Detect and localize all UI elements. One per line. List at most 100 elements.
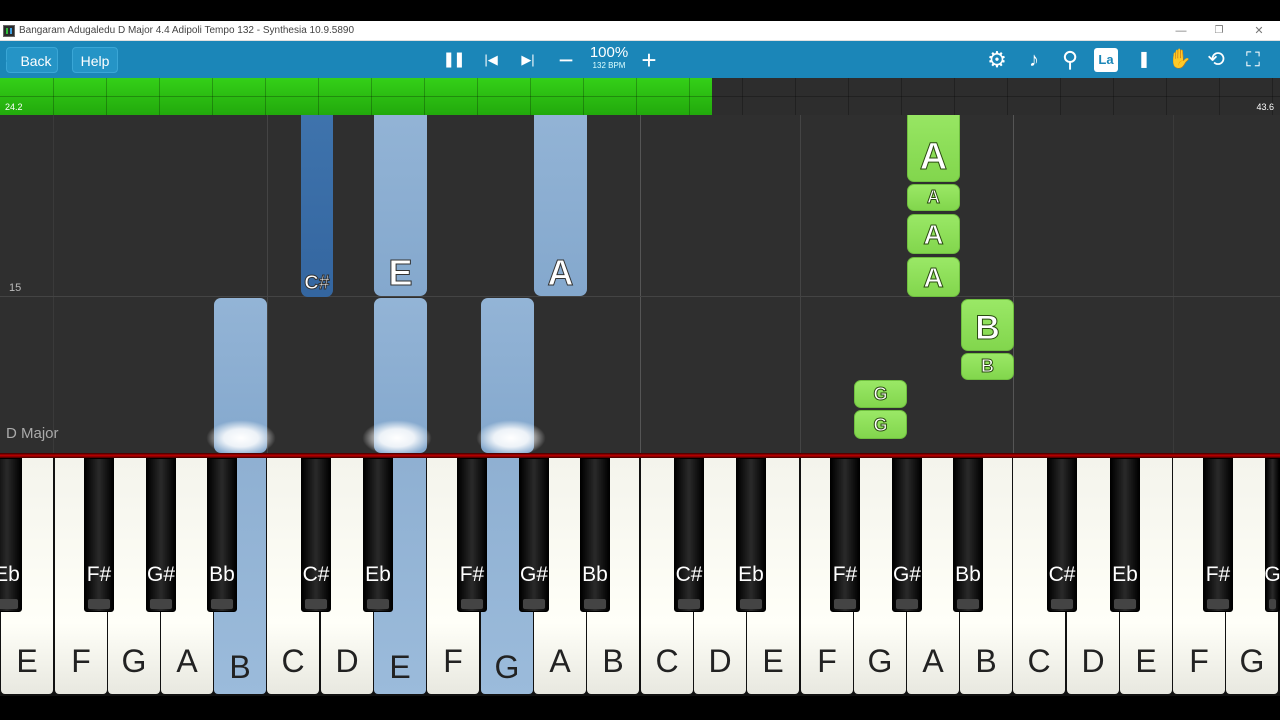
key-label: G# <box>519 563 548 586</box>
note-label: G <box>873 384 888 405</box>
lane-line <box>1013 115 1014 453</box>
black-key[interactable]: Eb <box>736 458 766 612</box>
letterbox-top <box>0 0 1280 21</box>
slower-icon[interactable]: − <box>553 47 579 73</box>
key-hit-glow <box>476 420 546 453</box>
zoom-magnifier-icon[interactable]: ⚲ <box>1057 47 1083 73</box>
key-label: F# <box>832 563 858 586</box>
black-key[interactable]: Eb <box>363 458 393 612</box>
black-key[interactable]: G <box>1264 458 1280 612</box>
key-label: Bb <box>209 563 235 586</box>
key-label: Bb <box>955 563 981 586</box>
black-key[interactable]: G# <box>892 458 922 612</box>
key-label: Bb <box>582 563 608 586</box>
pause-icon[interactable]: ❚❚ <box>440 47 466 73</box>
black-key[interactable]: Eb <box>0 458 22 612</box>
note-label: A <box>927 187 941 208</box>
key-label: C# <box>302 563 330 586</box>
skip-back-icon[interactable]: |◀ <box>478 47 504 73</box>
note-label: A <box>923 262 944 294</box>
back-button[interactable]: Back <box>6 47 58 73</box>
faster-icon[interactable]: + <box>636 47 662 73</box>
black-key[interactable]: Bb <box>207 458 237 612</box>
key-label: D <box>335 643 359 679</box>
key-label: C <box>281 643 305 679</box>
maximize-button[interactable]: ❐ <box>1204 23 1234 39</box>
hand-icon[interactable]: ✋ <box>1167 47 1193 73</box>
black-key[interactable]: C# <box>674 458 704 612</box>
fullscreen-icon[interactable]: ⛶ <box>1240 47 1266 73</box>
title-bar: Bangaram Adugaledu D Major 4.4 Adipoli T… <box>0 21 1280 41</box>
black-key[interactable]: G# <box>146 458 176 612</box>
falling-note: A <box>907 115 960 182</box>
skip-forward-icon[interactable]: ▶| <box>515 47 541 73</box>
progress-midline <box>0 96 1280 97</box>
window-title: Bangaram Adugaledu D Major 4.4 Adipoli T… <box>19 25 355 36</box>
key-label: A <box>922 643 944 679</box>
key-label: F# <box>1205 563 1231 586</box>
black-key[interactable]: F# <box>830 458 860 612</box>
key-label: E <box>1135 643 1157 679</box>
minimize-button[interactable]: — <box>1166 23 1196 39</box>
help-button[interactable]: Help <box>72 47 118 73</box>
note-label: G <box>873 415 888 436</box>
key-label: A <box>549 643 571 679</box>
progress-end-label: 43.6 <box>1256 102 1274 112</box>
key-hit-glow <box>362 420 432 453</box>
lane-line <box>1173 115 1174 453</box>
black-key[interactable]: F# <box>457 458 487 612</box>
black-key[interactable]: G# <box>519 458 549 612</box>
falling-note: A <box>907 214 960 254</box>
measure-line <box>0 296 1280 297</box>
note-labels-icon[interactable]: La <box>1094 48 1118 72</box>
key-label: G <box>1264 563 1280 586</box>
key-label: C <box>655 643 679 679</box>
falling-note: A <box>907 257 960 297</box>
black-key[interactable]: Bb <box>580 458 610 612</box>
tempo-bpm: 132 BPM <box>592 61 626 70</box>
metronome-icon[interactable]: ♪ <box>1021 47 1047 73</box>
key-hit-glow <box>206 420 276 453</box>
note-label: A <box>547 252 574 294</box>
black-key[interactable]: F# <box>84 458 114 612</box>
lane-line <box>53 115 54 453</box>
falling-note: C# <box>301 115 333 297</box>
synthesia-window: Bangaram Adugaledu D Major 4.4 Adipoli T… <box>0 0 1280 720</box>
key-label: C <box>1027 643 1051 679</box>
key-label: D <box>708 643 732 679</box>
key-label: G# <box>892 563 921 586</box>
key-label: D <box>1081 643 1105 679</box>
falling-note: A <box>534 115 587 296</box>
synthesia-app-icon <box>3 25 15 37</box>
key-label: B <box>602 643 624 679</box>
key-label: E <box>389 649 411 685</box>
lane-line <box>800 115 801 453</box>
close-button[interactable]: ✕ <box>1244 23 1274 39</box>
black-key[interactable]: Eb <box>1110 458 1140 612</box>
black-key[interactable]: C# <box>301 458 331 612</box>
falling-notes-field: 15 D Major C# E A A A A A B B G G <box>0 115 1280 453</box>
lane-line <box>640 115 641 453</box>
falling-note: E <box>374 115 427 296</box>
loop-icon[interactable]: ⟲ <box>1203 47 1229 73</box>
key-label: Eb <box>1112 563 1138 586</box>
key-label: C# <box>675 563 703 586</box>
bookmark-icon[interactable]: ❚ <box>1131 47 1157 73</box>
key-label: F <box>1189 643 1209 679</box>
song-progress-bar[interactable]: 24.2 43.6 <box>0 78 1280 115</box>
key-label: E <box>762 643 784 679</box>
falling-note: A <box>907 184 960 211</box>
black-key[interactable]: Bb <box>953 458 983 612</box>
key-label: C# <box>1048 563 1076 586</box>
key-label: B <box>975 643 997 679</box>
black-key[interactable]: F# <box>1203 458 1233 612</box>
black-key[interactable]: C# <box>1047 458 1077 612</box>
key-label: G# <box>146 563 175 586</box>
speed-percent: 100% <box>589 44 629 61</box>
key-label: F# <box>459 563 485 586</box>
key-label: F <box>443 643 463 679</box>
settings-gear-icon[interactable]: ⚙ <box>984 47 1010 73</box>
key-label: A <box>176 643 198 679</box>
note-label: E <box>388 252 413 294</box>
key-label: Eb <box>365 563 391 586</box>
